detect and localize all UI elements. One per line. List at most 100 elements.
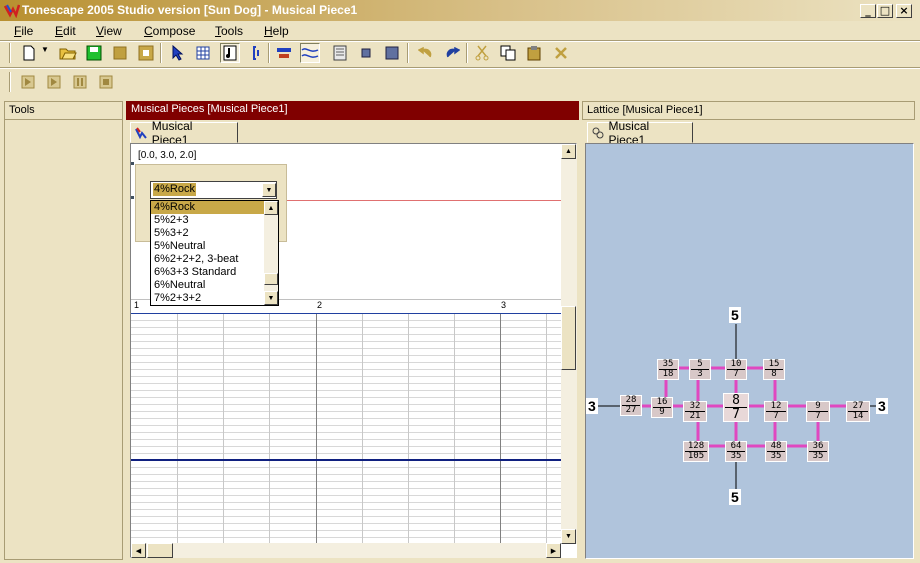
- minimize-button[interactable]: _: [860, 4, 876, 18]
- close-button[interactable]: ×: [896, 4, 912, 18]
- new-file-icon[interactable]: [19, 43, 39, 63]
- dropdown-arrow-icon[interactable]: ▼: [262, 183, 276, 197]
- scroll-up-button[interactable]: ▲: [561, 144, 576, 159]
- meter-selected-value: 4%Rock: [153, 183, 196, 196]
- scroll-down-button[interactable]: ▼: [561, 529, 576, 544]
- bracket-icon[interactable]: [246, 43, 266, 63]
- menu-tools[interactable]: Tools: [215, 24, 243, 38]
- meter-dropdown-list: 4%Rock 5%2+3 5%3+2 5%Neutral 6%2+2+2, 3-…: [150, 200, 279, 306]
- lattice-node[interactable]: 28 27: [620, 395, 642, 416]
- scroll-left-button[interactable]: ◀: [131, 543, 146, 558]
- piece-icon: [135, 126, 147, 139]
- cut-icon[interactable]: [472, 43, 492, 63]
- meter-option-5[interactable]: 6%3+3 Standard: [151, 266, 278, 279]
- pitch-line: [286, 200, 561, 201]
- dropdown-scroll-up[interactable]: ▲: [264, 201, 278, 215]
- menu-compose[interactable]: Compose: [144, 24, 195, 38]
- lattice-node[interactable]: 64 35: [725, 441, 747, 462]
- tab-musical-piece[interactable]: Musical Piece1: [130, 119, 238, 147]
- axis-label-right: 3: [876, 398, 888, 414]
- lattice-node[interactable]: 15 8: [763, 359, 785, 380]
- measure-1: 1: [134, 300, 140, 310]
- horizontal-scrollbar[interactable]: ◀ ▶: [131, 543, 561, 558]
- measure-2: 2: [317, 300, 323, 310]
- meter-option-2[interactable]: 5%3+2: [151, 227, 278, 240]
- save-icon[interactable]: [84, 43, 104, 63]
- square-icon[interactable]: [382, 43, 402, 63]
- tab-lattice[interactable]: Musical Piece1: [587, 119, 693, 147]
- paste-icon[interactable]: [524, 43, 544, 63]
- align-icon[interactable]: [274, 43, 294, 63]
- play-icon[interactable]: [18, 72, 38, 92]
- lattice-node-root[interactable]: 87: [723, 393, 749, 422]
- copy-icon[interactable]: [498, 43, 518, 63]
- tools-panel-body: [4, 120, 123, 560]
- piano-roll-grid[interactable]: [131, 313, 561, 545]
- transport-toolbar: [0, 72, 140, 94]
- lattice-node[interactable]: 97: [806, 401, 830, 422]
- open-folder-icon[interactable]: [58, 43, 78, 63]
- delete-icon[interactable]: [551, 43, 571, 63]
- musical-panel-header: Musical Pieces [Musical Piece1]: [126, 101, 579, 120]
- stop-record-icon[interactable]: [110, 43, 130, 63]
- dropdown-scroll-thumb[interactable]: [264, 273, 278, 285]
- lattice-node[interactable]: 35 18: [657, 359, 679, 380]
- coordinate-readout: [0.0, 3.0, 2.0]: [138, 150, 197, 161]
- menu-view[interactable]: View: [96, 24, 122, 38]
- wave-icon[interactable]: [300, 43, 320, 63]
- vertical-scrollbar[interactable]: ▲ ▼: [561, 144, 577, 544]
- dropdown-scrollbar[interactable]: ▲ ▼: [264, 201, 278, 305]
- maximize-button[interactable]: □: [877, 4, 893, 18]
- scroll-right-button[interactable]: ▶: [546, 543, 561, 558]
- meter-option-4[interactable]: 6%2+2+2, 3-beat: [151, 253, 278, 266]
- lattice-node[interactable]: 12 7: [764, 401, 788, 422]
- grid-icon[interactable]: [193, 43, 213, 63]
- pause-icon[interactable]: [70, 72, 90, 92]
- lattice-node[interactable]: 10 7: [725, 359, 747, 380]
- lattice-tab-icon: [592, 127, 604, 138]
- menu-edit[interactable]: Edit: [55, 24, 76, 38]
- redo-icon[interactable]: [442, 43, 462, 63]
- axis-label-left: 3: [586, 398, 598, 414]
- scroll-thumb[interactable]: [561, 306, 576, 370]
- lattice-node[interactable]: 53: [689, 359, 711, 380]
- tools-panel-header: Tools: [4, 101, 123, 120]
- app-logo-icon: [4, 4, 20, 18]
- measure-3: 3: [501, 300, 507, 310]
- lattice-node[interactable]: 16 9: [651, 397, 673, 418]
- musical-panel-title: Musical Pieces [Musical Piece1]: [131, 103, 288, 115]
- stop-icon[interactable]: [96, 72, 116, 92]
- meter-option-0[interactable]: 4%Rock: [151, 201, 278, 214]
- lattice-node[interactable]: 32 21: [683, 401, 707, 422]
- pointer-icon[interactable]: [168, 43, 188, 63]
- h-scroll-thumb[interactable]: [147, 543, 173, 558]
- title-bar: Tonescape 2005 Studio version [Sun Dog] …: [0, 0, 920, 21]
- lattice-node[interactable]: 36 35: [807, 441, 829, 462]
- dropdown-scroll-down[interactable]: ▼: [264, 291, 278, 305]
- axis-label-top: 5: [729, 307, 741, 323]
- meter-option-6[interactable]: 6%Neutral: [151, 279, 278, 292]
- menu-file[interactable]: File: [14, 24, 33, 38]
- menu-help[interactable]: Help: [264, 24, 289, 38]
- meter-select[interactable]: 4%Rock ▼: [150, 181, 277, 199]
- meter-option-3[interactable]: 5%Neutral: [151, 240, 278, 253]
- new-dropdown-arrow-icon[interactable]: ▼: [41, 45, 49, 54]
- lattice-panel-header: Lattice [Musical Piece1]: [582, 101, 915, 120]
- lattice-node[interactable]: 48 35: [765, 441, 787, 462]
- lattice-node[interactable]: 27 14: [846, 401, 870, 422]
- step-icon[interactable]: [44, 72, 64, 92]
- frame-icon[interactable]: [136, 43, 156, 63]
- lattice-view[interactable]: 5 5 3 3 35 18 53 10 7 15 8 28 27 16 9 32 21 87…: [585, 143, 914, 559]
- document-icon[interactable]: [330, 43, 350, 63]
- meter-option-7[interactable]: 7%2+3+2: [151, 292, 278, 305]
- menu-bar: File Edit View Compose Tools Help: [0, 22, 920, 40]
- playback-line: [131, 459, 561, 461]
- main-toolbar: ▼: [0, 43, 920, 65]
- note-icon[interactable]: [220, 43, 240, 63]
- axis-label-bottom: 5: [729, 489, 741, 505]
- small-square-icon[interactable]: [356, 43, 376, 63]
- meter-option-1[interactable]: 5%2+3: [151, 214, 278, 227]
- lattice-node[interactable]: 128 105: [683, 441, 709, 462]
- undo-icon[interactable]: [416, 43, 436, 63]
- lattice-connections: [596, 324, 876, 489]
